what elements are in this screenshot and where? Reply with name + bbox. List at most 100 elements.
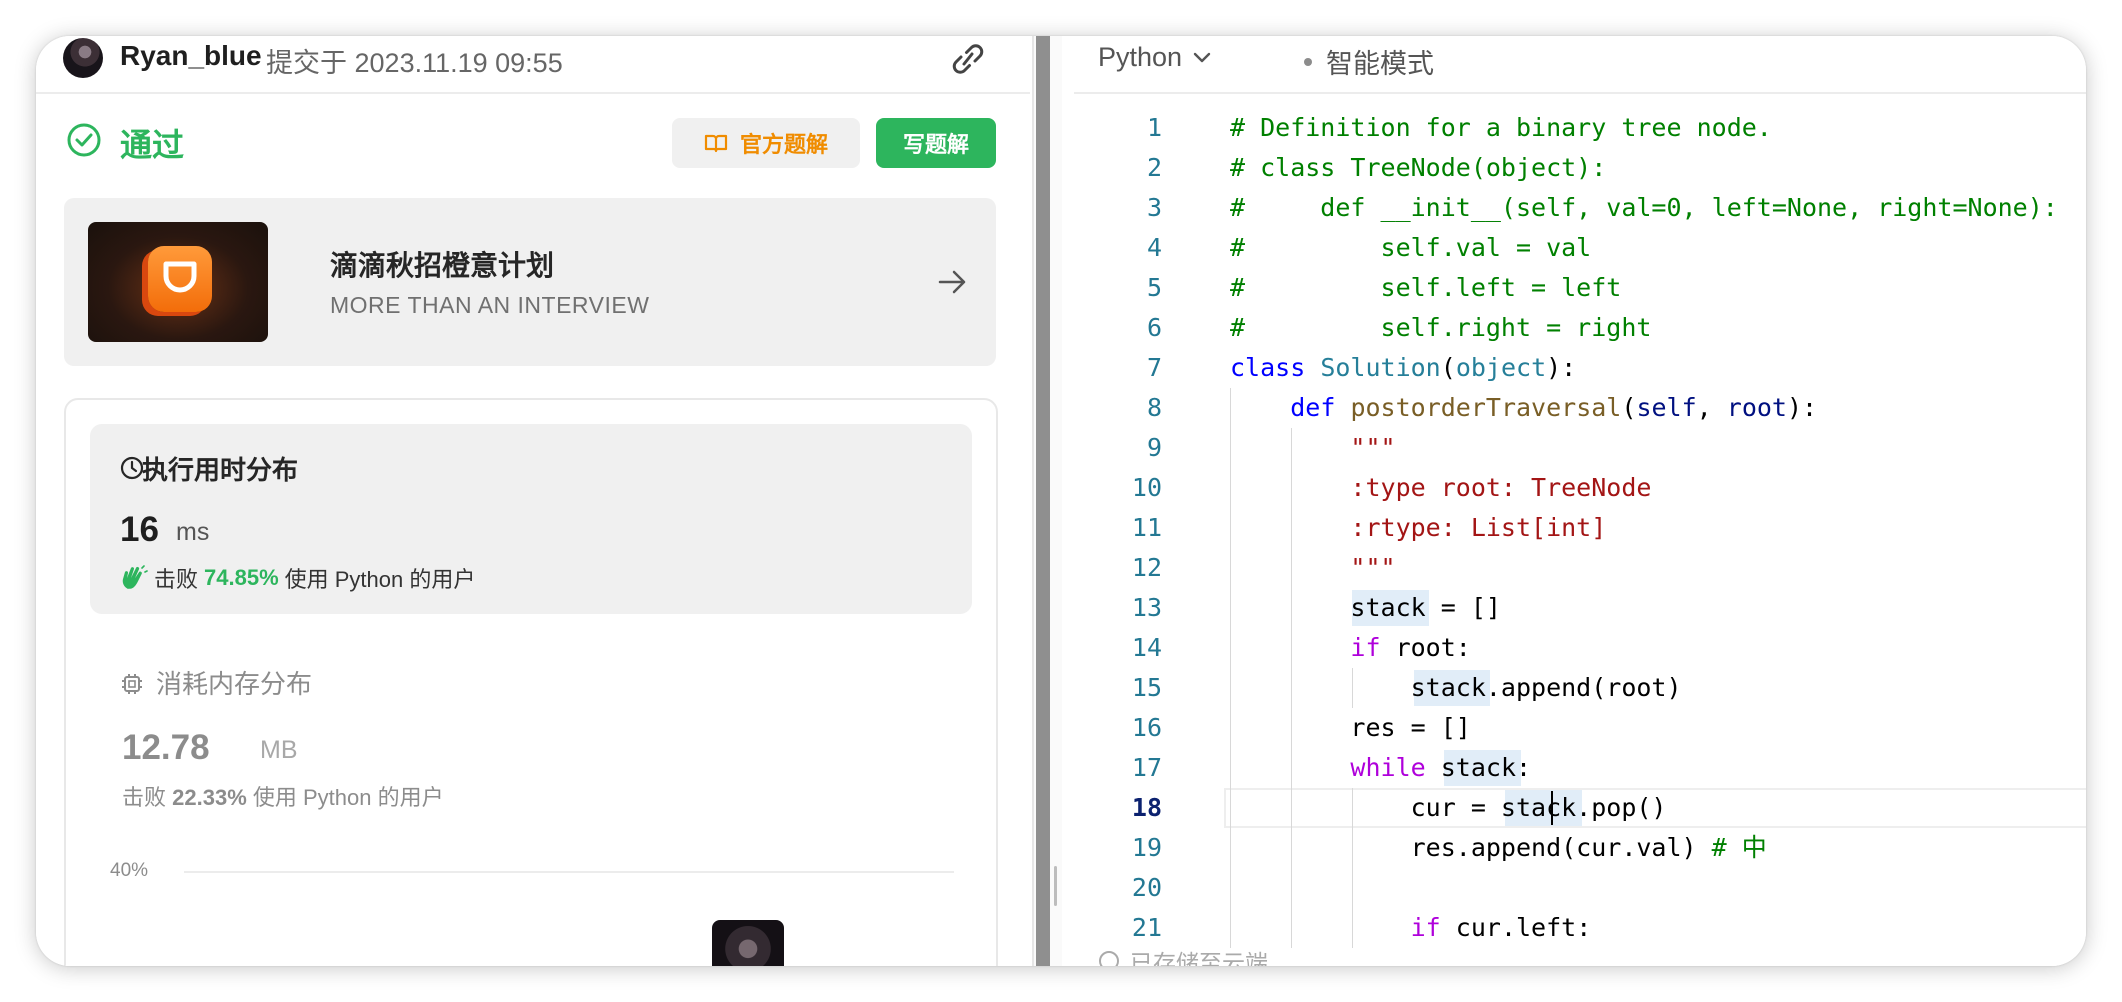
code-line[interactable]: 10 :type root: TreeNode — [1074, 468, 2086, 508]
promo-subtitle: MORE THAN AN INTERVIEW — [330, 292, 650, 318]
line-number: 19 — [1131, 833, 1162, 862]
submission-panel: Ryan_blue 提交于 2023.11.19 09:55 通过 官方题解 写… — [36, 36, 1030, 966]
chart-y-tick: 40% — [110, 860, 149, 881]
app-window: Ryan_blue 提交于 2023.11.19 09:55 通过 官方题解 写… — [36, 36, 2086, 966]
submission-time: 提交于 2023.11.19 09:55 — [266, 41, 563, 80]
editor-toolbar: Python 智能模式 — [1074, 36, 2086, 94]
mode-dot — [1304, 57, 1312, 66]
check-circle-icon — [67, 123, 101, 157]
line-number: 7 — [1146, 353, 1162, 382]
performance-card: 执行用时分布 16 ms 击败 74.85% 使用 Python 的用户 消耗内… — [64, 398, 998, 966]
code-text: if root: — [1350, 633, 1471, 662]
runtime-beat-prefix: 击败 — [154, 567, 199, 592]
save-status: 已存储至云端 — [1098, 944, 1268, 966]
submission-header: Ryan_blue 提交于 2023.11.19 09:55 — [36, 36, 1030, 94]
code-line[interactable]: 15 stack.append(root) — [1074, 668, 2086, 708]
code-line[interactable]: 4 # self.val = val — [1074, 228, 2086, 268]
code-line[interactable]: 19 res.append(cur.val) # 中 — [1074, 828, 2086, 868]
status-accepted: 通过 — [120, 127, 185, 163]
code-text: # self.left = left — [1230, 273, 1622, 302]
code-text: res = [] — [1230, 713, 1471, 742]
line-number: 5 — [1146, 273, 1162, 302]
arrow-right-icon — [938, 270, 966, 294]
runtime-value: 16 — [120, 510, 159, 549]
line-number: 10 — [1131, 473, 1162, 502]
code-line[interactable]: 17 while stack: — [1074, 748, 2086, 788]
clock-icon — [120, 456, 144, 480]
chip-icon — [122, 674, 142, 694]
code-line[interactable]: 2 # class TreeNode(object): — [1074, 148, 2086, 188]
runtime-title: 执行用时分布 — [142, 455, 299, 485]
splitter-bar[interactable] — [1036, 36, 1050, 966]
username[interactable]: Ryan_blue — [120, 40, 262, 72]
code-text: # class TreeNode(object): — [1230, 153, 1607, 182]
smart-mode-toggle[interactable]: 智能模式 — [1304, 42, 1434, 81]
submission-timestamp: 2023.11.19 09:55 — [354, 48, 563, 78]
didi-logo — [88, 222, 268, 342]
code-area[interactable]: 1 # Definition for a binary tree node. 2 # … — [1074, 108, 2086, 966]
panel-splitter[interactable] — [1032, 36, 1062, 966]
memory-beat-suffix: 使用 Python 的用户 — [252, 785, 444, 810]
code-editor: Python 智能模式 1 # Definition for a binary t… — [1074, 36, 2086, 966]
code-text: :type root: TreeNode — [1230, 473, 1652, 502]
code-line[interactable]: 6 # self.right = right — [1074, 308, 2086, 348]
runtime-beat-percent: 74.85% — [204, 565, 279, 590]
line-number: 13 — [1131, 593, 1162, 622]
text-caret — [1551, 791, 1554, 825]
code-line[interactable]: 5 # self.left = left — [1074, 268, 2086, 308]
line-number: 12 — [1131, 553, 1162, 582]
memory-value: 12.78 — [122, 728, 210, 767]
chevron-down-icon — [1193, 52, 1211, 62]
code-line[interactable]: 12 """ — [1074, 548, 2086, 588]
runtime-beat: 击败 74.85% 使用 Python 的用户 — [120, 562, 475, 594]
indent-guide — [1291, 868, 1293, 908]
runtime-distribution[interactable]: 执行用时分布 16 ms 击败 74.85% 使用 Python 的用户 — [90, 424, 972, 614]
line-number: 4 — [1146, 233, 1162, 262]
write-solution-button[interactable]: 写题解 — [876, 118, 996, 168]
indent-guide — [1352, 868, 1354, 908]
language-select[interactable]: Python — [1098, 42, 1212, 73]
code-line[interactable]: 3 # def __init__(self, val=0, left=None, … — [1074, 188, 2086, 228]
splitter-handle[interactable] — [1054, 866, 1057, 906]
promo-title: 滴滴秋招橙意计划 — [330, 250, 555, 281]
code-text: stack.append(root) — [1230, 673, 1682, 702]
line-number: 2 — [1146, 153, 1162, 182]
code-text: while stack: — [1350, 753, 1532, 782]
code-text: class Solution(object): — [1230, 353, 1577, 382]
memory-beat-percent: 22.33% — [172, 785, 247, 810]
code-line[interactable]: 7 class Solution(object): — [1074, 348, 2086, 388]
code-text: cur = stack.pop() — [1230, 793, 1667, 822]
mode-label: 智能模式 — [1326, 49, 1434, 79]
result-row: 通过 官方题解 写题解 — [36, 108, 1030, 178]
line-number: 14 — [1131, 633, 1162, 662]
code-text: :rtype: List[int] — [1230, 513, 1607, 542]
code-line[interactable]: 11 :rtype: List[int] — [1074, 508, 2086, 548]
code-text: # Definition for a binary tree node. — [1230, 113, 1772, 142]
hand-icon — [122, 565, 148, 589]
book-icon — [704, 134, 728, 153]
code-line[interactable]: 18 cur = stack.pop() — [1074, 788, 2086, 828]
user-avatar[interactable] — [63, 38, 103, 78]
line-number: 18 — [1131, 793, 1162, 822]
code-line[interactable]: 9 """ — [1074, 428, 2086, 468]
code-line[interactable]: 20 — [1074, 868, 2086, 908]
code-line[interactable]: 16 res = [] — [1074, 708, 2086, 748]
chart-user-avatar[interactable] — [712, 920, 784, 966]
language-label: Python — [1098, 42, 1183, 72]
code-line[interactable]: 8 def postorderTraversal(self, root): — [1074, 388, 2086, 428]
runtime-beat-suffix: 使用 Python 的用户 — [284, 567, 476, 592]
code-line[interactable]: 14 if root: — [1074, 628, 2086, 668]
code-text: res.append(cur.val) # 中 — [1230, 833, 1767, 862]
code-line[interactable]: 1 # Definition for a binary tree node. — [1074, 108, 2086, 148]
promo-banner[interactable]: 滴滴秋招橙意计划 MORE THAN AN INTERVIEW — [64, 198, 996, 366]
code-line[interactable]: 21 if cur.left: — [1074, 908, 2086, 948]
cloud-icon — [1099, 951, 1119, 966]
line-number: 17 — [1131, 753, 1162, 782]
line-number: 9 — [1146, 433, 1162, 462]
save-status-label: 已存储至云端 — [1130, 950, 1268, 966]
official-solution-button[interactable]: 官方题解 — [672, 118, 860, 168]
memory-title[interactable]: 消耗内存分布 — [156, 664, 312, 701]
code-text: """ — [1230, 553, 1396, 582]
link-icon[interactable] — [946, 42, 990, 76]
code-line[interactable]: 13 stack = [] — [1074, 588, 2086, 628]
